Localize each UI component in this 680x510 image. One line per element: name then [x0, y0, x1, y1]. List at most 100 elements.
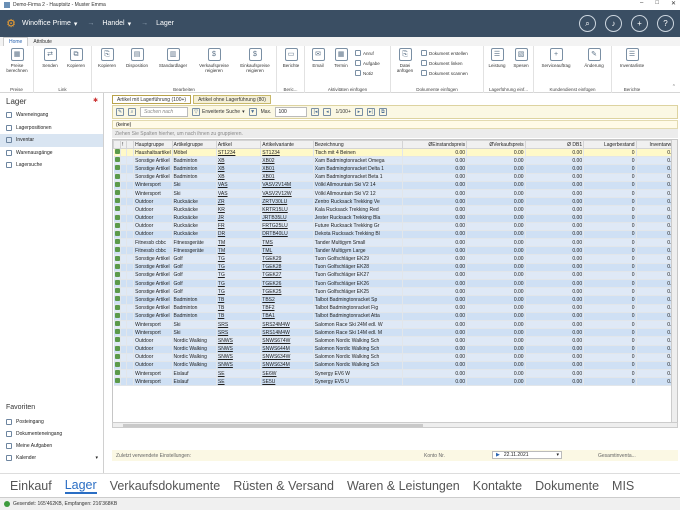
- column-header[interactable]: [113, 140, 122, 149]
- table-cell[interactable]: FRTG25LU: [260, 222, 314, 231]
- table-row[interactable]: Wintersport Ski VAS VASV2V14M Völkl Allmount…: [113, 181, 677, 190]
- last-page-icon[interactable]: ▸|: [366, 108, 375, 116]
- nav-lager[interactable]: Lager: [156, 20, 174, 27]
- table-cell[interactable]: TBA1: [260, 312, 314, 321]
- module-verkaufsdokumente[interactable]: Verkaufsdokumente: [110, 479, 221, 493]
- table-row[interactable]: Sonstige Artikel Golf TG TGEK28 Tuon Golfsch…: [113, 263, 677, 272]
- module-lager[interactable]: Lager: [64, 478, 97, 494]
- favorite-item-kalender[interactable]: Kalender ▾: [0, 452, 104, 464]
- table-row[interactable]: Sonstige Artikel Golf TG TGEK25 Tuon Golfsch…: [113, 287, 677, 297]
- max-input[interactable]: 100: [275, 107, 308, 117]
- table-cell[interactable]: XB: [216, 156, 262, 166]
- dokument-erstellen-button[interactable]: Dokument erstellen: [421, 50, 468, 56]
- column-header[interactable]: Bezeichnung: [312, 140, 403, 149]
- maximize-icon[interactable]: □: [655, 0, 659, 7]
- table-cell[interactable]: TGEK26: [260, 279, 314, 289]
- table-cell[interactable]: TBF2: [260, 304, 314, 313]
- close-icon[interactable]: ✕: [671, 0, 676, 7]
- help-icon[interactable]: ?: [657, 15, 674, 32]
- verkaufspreise-button[interactable]: $ Verkaufspreise reigieren: [194, 48, 234, 73]
- search-icon[interactable]: ⌕: [128, 108, 136, 116]
- table-cell[interactable]: XB01: [260, 164, 314, 174]
- vertical-scrollbar[interactable]: [671, 140, 677, 422]
- module-einkauf[interactable]: Einkauf: [10, 479, 52, 493]
- tab-home[interactable]: Home: [3, 37, 29, 46]
- chevron-down-icon[interactable]: ▾: [95, 455, 98, 461]
- table-cell[interactable]: TMS: [260, 238, 314, 248]
- table-cell[interactable]: TG: [216, 279, 262, 289]
- table-row[interactable]: Outdoor Rucksäcke DR DRTB40LU Dekota Rucksac…: [113, 230, 677, 240]
- table-cell[interactable]: VAS: [216, 181, 262, 190]
- next-page-icon[interactable]: ▸: [354, 108, 363, 116]
- sidebar-item-lagersuche[interactable]: Lagersuche: [0, 159, 103, 172]
- column-header[interactable]: Ø DB1: [524, 140, 585, 149]
- table-row[interactable]: Sonstige Artikel Badminton XB XB02 Xam Badmi…: [113, 156, 677, 166]
- aenderung-button[interactable]: ✎ Änderung: [578, 48, 610, 68]
- table-cell[interactable]: TGEK29: [260, 254, 314, 264]
- sidebar-item-wareneingang[interactable]: Wareneingang: [0, 109, 103, 122]
- edit-icon[interactable]: ✎: [116, 108, 124, 116]
- table-cell[interactable]: VASV2V12W: [260, 189, 314, 199]
- table-cell[interactable]: TG: [216, 263, 262, 272]
- tab-artikel-ohne-lagerfuehrung[interactable]: Artikel ohne Lagerführung (80): [193, 95, 271, 104]
- table-row[interactable]: Outdoor Rucksäcke KR KRTR15LU Kala Rucksack …: [113, 205, 677, 215]
- table-row[interactable]: Sonstige Artikel Badminton TB TBF2 Talbot Ba…: [113, 304, 677, 313]
- table-cell[interactable]: JRTB35LU: [260, 214, 314, 223]
- module-waren-leistungen[interactable]: Waren & Leistungen: [347, 479, 460, 493]
- table-cell[interactable]: XB01: [260, 173, 314, 182]
- table-cell[interactable]: ST1234: [260, 148, 314, 158]
- einkaufspreise-button[interactable]: $ Einkaufspreise reigieren: [235, 48, 275, 73]
- sidebar-item-warenausgaenge[interactable]: Warenausgänge: [0, 147, 103, 160]
- bell-icon[interactable]: ♪: [605, 15, 622, 32]
- anruf-button[interactable]: Anruf: [355, 50, 374, 56]
- extended-search-button[interactable]: ▽ Erweiterte Suche ▾: [192, 108, 245, 116]
- table-cell[interactable]: FR: [216, 222, 262, 231]
- table-cell[interactable]: TGEK25: [260, 287, 314, 297]
- table-cell[interactable]: SRS: [216, 320, 262, 330]
- table-cell[interactable]: TGEK27: [260, 271, 314, 281]
- table-cell[interactable]: SNWS644M: [260, 345, 314, 354]
- table-cell[interactable]: XB: [216, 173, 262, 182]
- table-cell[interactable]: SRS24M4W: [260, 320, 314, 330]
- app-menu[interactable]: Winoffice Prime ▾: [22, 20, 77, 28]
- nav-handel[interactable]: Handel ▾: [102, 20, 131, 28]
- table-row[interactable]: Wintersport Ski SRS SRS14M4W Salomon Race Sk…: [113, 328, 677, 338]
- table-cell[interactable]: SE: [216, 369, 262, 379]
- table-row[interactable]: Outdoor Rucksäcke ZR ZRTV30LU Zentro Rucksac…: [113, 197, 677, 207]
- spesen-button[interactable]: ▧ Spesen: [510, 48, 532, 68]
- filter-row[interactable]: (keine): [112, 120, 678, 129]
- table-cell[interactable]: ZRTV30LU: [260, 197, 314, 207]
- table-cell[interactable]: SRS: [216, 328, 262, 338]
- table-cell[interactable]: DR: [216, 230, 262, 240]
- table-row[interactable]: Outdoor Rucksäcke FR FRTG25LU Future Rucksac…: [113, 222, 677, 231]
- table-cell[interactable]: SE6W: [260, 369, 314, 379]
- table-cell[interactable]: SNWS: [216, 345, 262, 354]
- table-row[interactable]: Outdoor Rucksäcke JR JRTB35LU Jester Rucksac…: [113, 214, 677, 223]
- dokument-scannen-button[interactable]: Dokument scannen: [421, 70, 468, 76]
- minimize-icon[interactable]: –: [640, 0, 643, 7]
- table-row[interactable]: Fitnessb cbbc Fitnessgeräte TM TMS Tander Mu…: [113, 238, 677, 248]
- inventarliste-button[interactable]: ☰ Inventarliste: [614, 48, 650, 68]
- table-cell[interactable]: DRTB40LU: [260, 230, 314, 240]
- pin-icon[interactable]: ✱: [93, 97, 98, 104]
- module-dokumente[interactable]: Dokumente: [535, 479, 599, 493]
- link-kopieren-button[interactable]: ⧉ Kopieren: [64, 48, 88, 68]
- email-button[interactable]: ✉ Email: [307, 48, 329, 68]
- prev-page-icon[interactable]: ◂: [323, 108, 332, 116]
- table-row[interactable]: Wintersport Ski VAS VASV2V12W Völkl Allmount…: [113, 189, 677, 199]
- table-cell[interactable]: VASV2V14M: [260, 181, 314, 190]
- table-row[interactable]: Sonstige Artikel Badminton XB XB01 Xam Badmi…: [113, 173, 677, 182]
- column-header[interactable]: Lagerbestand: [583, 140, 637, 149]
- table-cell[interactable]: JR: [216, 214, 262, 223]
- search-icon[interactable]: ⌕: [579, 15, 596, 32]
- table-cell[interactable]: SNWS: [216, 353, 262, 362]
- table-cell[interactable]: KRTR15LU: [260, 205, 314, 215]
- table-cell[interactable]: SNWS634W: [260, 353, 314, 362]
- module-rüsten-versand[interactable]: Rüsten & Versand: [233, 479, 334, 493]
- table-cell[interactable]: SNWS: [216, 361, 262, 371]
- column-header[interactable]: [126, 140, 135, 149]
- favorite-item-dokumenteneingang[interactable]: Dokumenteneingang: [0, 428, 104, 440]
- collapse-ribbon-icon[interactable]: ⌃: [672, 84, 676, 90]
- add-icon[interactable]: +: [631, 15, 648, 32]
- column-header[interactable]: ØVerkaufspreis: [466, 140, 526, 149]
